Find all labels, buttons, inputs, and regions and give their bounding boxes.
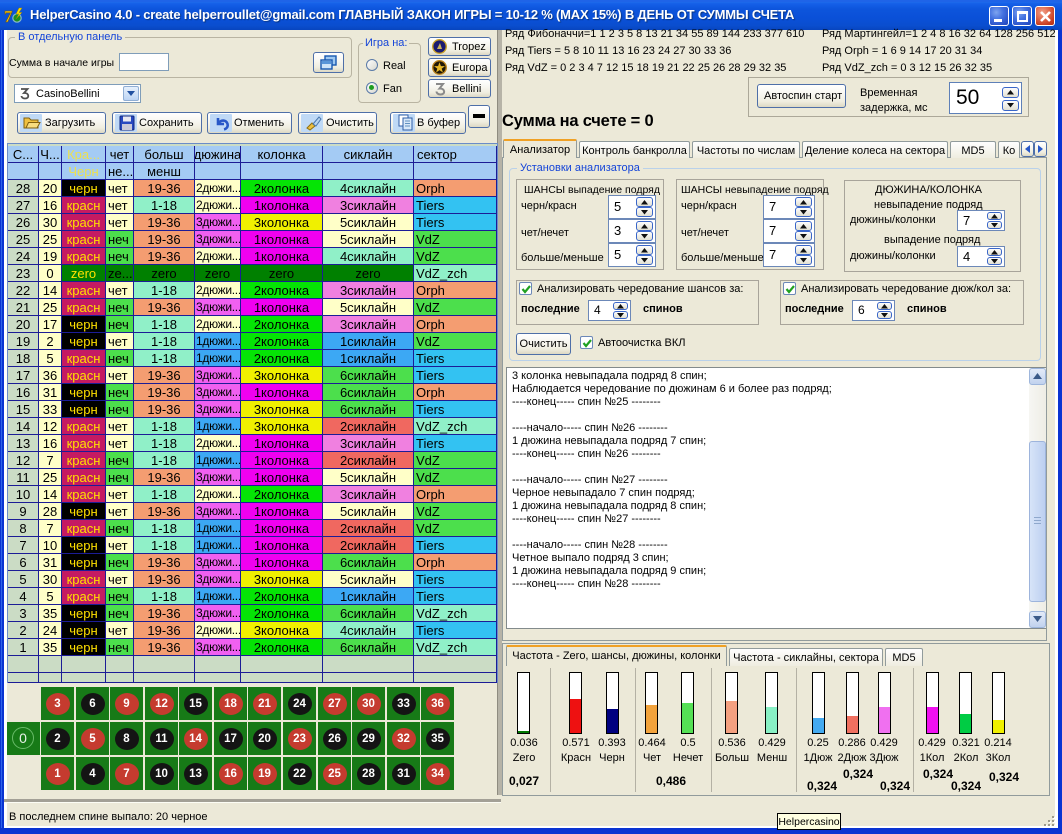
svg-text:7: 7 <box>4 7 13 26</box>
